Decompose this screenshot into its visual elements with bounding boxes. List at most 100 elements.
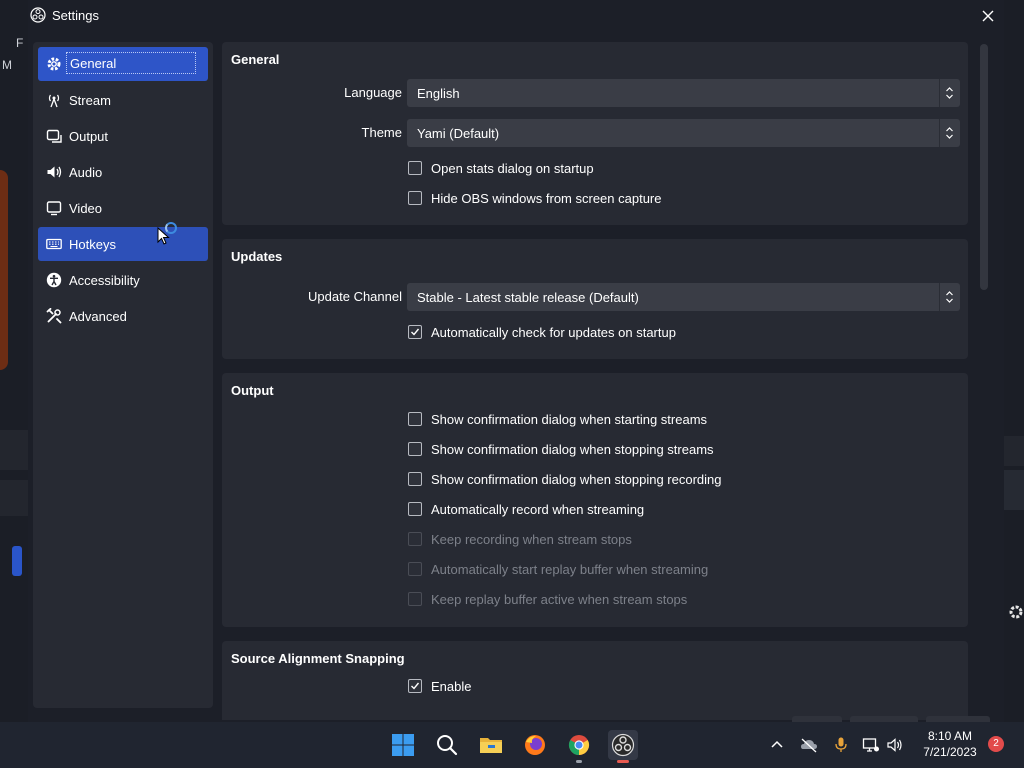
settings-sidebar: General Stream Output Audio Video Hotkey… — [33, 42, 213, 708]
checkbox-label: Hide OBS windows from screen capture — [431, 191, 662, 206]
file-explorer-icon — [480, 738, 502, 753]
checkbox-label: Automatically start replay buffer when s… — [431, 562, 709, 577]
language-select[interactable]: English — [407, 79, 960, 107]
content-scrollbar[interactable] — [978, 42, 990, 708]
settings-content: General Language English Theme Yami (Def… — [222, 42, 968, 720]
notification-badge[interactable]: 2 — [988, 736, 1004, 752]
updates-group: Updates Update Channel Stable - Latest s… — [222, 239, 968, 359]
checkbox-box — [408, 472, 422, 486]
accessibility-icon — [46, 272, 62, 288]
sidebar-item-label: Accessibility — [69, 273, 140, 288]
settings-dialog: Settings General Stream Output Audio Vid… — [28, 0, 1004, 722]
background-text-f: F — [16, 36, 24, 50]
firefox-button[interactable] — [520, 730, 550, 760]
language-label: Language — [344, 85, 402, 100]
update-channel-select[interactable]: Stable - Latest stable release (Default) — [407, 283, 960, 311]
checkbox-box — [408, 562, 422, 576]
busy-spinner-icon — [165, 222, 177, 234]
sidebar-item-label: Video — [69, 201, 103, 216]
checkbox-box — [408, 191, 422, 205]
sidebar-item-video[interactable]: Video — [38, 191, 208, 225]
checkbox-box — [408, 161, 422, 175]
background-image-fragment — [0, 170, 8, 370]
background-button-fragment — [12, 546, 22, 576]
theme-select[interactable]: Yami (Default) — [407, 119, 960, 147]
theme-label: Theme — [361, 125, 402, 140]
sidebar-item-general[interactable]: General — [38, 47, 208, 81]
sidebar-item-hotkeys[interactable]: Hotkeys — [38, 227, 208, 261]
sidebar-item-label: Audio — [69, 165, 103, 180]
obs-taskbar-button[interactable] — [608, 730, 638, 763]
theme-value: Yami (Default) — [417, 126, 500, 141]
network-icon[interactable] — [862, 736, 880, 754]
antenna-icon — [48, 94, 60, 108]
checkbox-box — [408, 532, 422, 546]
sidebar-item-label: General — [66, 52, 196, 74]
background-text-m: M — [2, 58, 12, 72]
background-panel-fragment — [0, 430, 30, 470]
obs-icon — [611, 733, 635, 757]
select-arrows — [939, 283, 960, 311]
checkmark-icon — [411, 682, 420, 690]
tools-icon — [46, 308, 62, 324]
gear-icon — [47, 57, 61, 71]
sidebar-item-audio[interactable]: Audio — [38, 155, 208, 189]
checkbox-label: Enable — [431, 679, 472, 694]
update-channel-label: Update Channel — [308, 289, 402, 304]
firefox-icon — [525, 735, 545, 755]
clock-date: 7/21/2023 — [923, 745, 977, 759]
search-icon — [437, 735, 458, 756]
group-title-general: General — [231, 52, 280, 67]
microphone-icon[interactable] — [832, 736, 850, 754]
checkbox-label: Keep recording when stream stops — [431, 532, 632, 547]
chrome-icon — [568, 735, 590, 756]
background-panel-fragment — [0, 480, 30, 516]
chevron-up-down-icon — [946, 291, 953, 303]
update-channel-value: Stable - Latest stable release (Default) — [417, 290, 639, 305]
select-arrows — [939, 119, 960, 147]
group-title-updates: Updates — [231, 249, 283, 264]
checkbox-label: Show confirmation dialog when starting s… — [431, 412, 708, 427]
scrollbar-thumb[interactable] — [980, 44, 988, 290]
close-button[interactable] — [978, 6, 998, 26]
checkbox-box — [408, 412, 422, 426]
onedrive-offline-icon[interactable] — [800, 736, 818, 754]
taskbar: 8:10 AM 7/21/2023 2 — [0, 722, 1024, 768]
obs-logo-icon — [30, 7, 46, 23]
checkbox-box — [408, 592, 422, 606]
file-explorer-button[interactable] — [476, 730, 506, 760]
checkbox-box — [408, 679, 422, 693]
background-app-right — [1004, 0, 1024, 722]
sidebar-item-advanced[interactable]: Advanced — [38, 299, 208, 333]
chevron-up-down-icon — [946, 127, 953, 139]
checkbox-label: Automatically record when streaming — [431, 502, 645, 517]
sidebar-item-output[interactable]: Output — [38, 119, 208, 153]
chevron-up-icon[interactable] — [768, 736, 786, 754]
checkbox-label: Keep replay buffer active when stream st… — [431, 592, 688, 607]
clock[interactable]: 8:10 AM 7/21/2023 — [914, 728, 986, 760]
checkbox-box — [408, 502, 422, 516]
sidebar-item-accessibility[interactable]: Accessibility — [38, 263, 208, 297]
sidebar-item-label: Stream — [69, 93, 111, 108]
checkmark-icon — [411, 328, 420, 336]
background-app-left: F M — [0, 0, 30, 722]
output-icon — [46, 129, 62, 143]
background-panel-fragment — [1004, 436, 1024, 466]
checkbox-box — [408, 442, 422, 456]
checkbox-label: Show confirmation dialog when stopping r… — [431, 472, 722, 487]
sidebar-item-stream[interactable]: Stream — [38, 83, 208, 117]
select-arrows — [939, 79, 960, 107]
keyboard-icon — [46, 238, 62, 250]
general-group: General Language English Theme Yami (Def… — [222, 42, 968, 225]
volume-icon[interactable] — [886, 736, 904, 754]
clock-time: 8:10 AM — [927, 729, 973, 743]
search-button[interactable] — [432, 730, 462, 760]
chevron-up-down-icon — [946, 87, 953, 99]
monitor-icon — [46, 201, 62, 216]
chrome-button[interactable] — [564, 730, 594, 763]
start-button[interactable] — [388, 730, 418, 760]
sidebar-item-label: Output — [69, 129, 109, 144]
group-title-output: Output — [231, 383, 274, 398]
checkbox-label: Automatically check for updates on start… — [431, 325, 676, 340]
sidebar-item-label: Hotkeys — [69, 237, 116, 252]
